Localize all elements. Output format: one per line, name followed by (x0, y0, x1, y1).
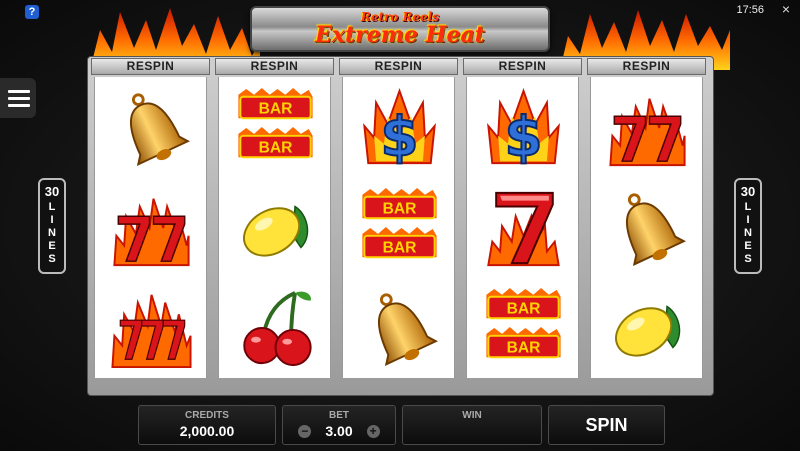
help-button[interactable]: ? (25, 5, 39, 19)
svg-text:$: $ (504, 104, 542, 168)
double-bar-icon: BAR BAR (238, 87, 313, 159)
flaming-seven-double-icon (113, 198, 190, 267)
reel-symbol (219, 277, 332, 377)
lemon-icon (243, 205, 309, 257)
respin-button[interactable]: RESPIN (91, 58, 210, 75)
respin-button[interactable]: RESPIN (463, 58, 582, 75)
hamburger-icon-bar (8, 103, 30, 107)
lines-badge-right: 30 LINES (734, 178, 762, 274)
bell-icon (377, 293, 439, 367)
svg-text:BAR: BAR (259, 100, 293, 117)
reel-symbol (591, 77, 704, 177)
clock: 17:56 (736, 4, 764, 16)
reel-window: $ BAR BAR (342, 77, 455, 378)
svg-text:BAR: BAR (383, 239, 417, 256)
respin-button[interactable]: RESPIN (587, 58, 706, 75)
reel-symbol: $ (467, 77, 580, 177)
bell-icon (625, 193, 687, 267)
flaming-dollar-icon: $ (363, 87, 436, 169)
hamburger-icon-bar (8, 96, 30, 100)
flaming-seven-double-icon (609, 98, 686, 167)
reel-symbol (95, 77, 208, 177)
lines-count: 30 (740, 184, 756, 199)
spin-button[interactable]: SPIN (548, 405, 665, 445)
reel-window: BAR BAR (218, 77, 331, 378)
reel-symbol (95, 277, 208, 377)
reel-3: RESPIN $ BAR BAR (339, 58, 458, 378)
svg-text:BAR: BAR (507, 300, 541, 317)
reel-symbol (591, 177, 704, 277)
svg-text:BAR: BAR (259, 139, 293, 156)
lines-label: LINES (46, 201, 58, 266)
reel-1: RESPIN (91, 58, 210, 378)
bet-panel: BET − 3.00 + (282, 405, 396, 445)
bet-label: BET (329, 410, 349, 421)
cherries-icon (243, 291, 312, 367)
reel-symbol: BAR BAR (467, 277, 580, 377)
reel-window (94, 77, 207, 378)
bet-increase-button[interactable]: + (366, 424, 380, 438)
reel-symbol: $ (343, 77, 456, 177)
reel-window: $ BAR BAR (466, 77, 579, 378)
menu-button[interactable] (0, 78, 36, 118)
svg-text:BAR: BAR (507, 339, 541, 356)
svg-text:BAR: BAR (383, 200, 417, 217)
reel-symbol (219, 177, 332, 277)
svg-text:$: $ (380, 104, 418, 168)
credits-label: CREDITS (185, 410, 229, 421)
win-label: WIN (462, 410, 482, 421)
reel-5: RESPIN (587, 58, 706, 378)
win-panel: WIN (402, 405, 542, 445)
credits-value: 2,000.00 (179, 423, 235, 439)
credits-panel: CREDITS 2,000.00 (138, 405, 276, 445)
bet-decrease-button[interactable]: − (298, 424, 312, 438)
spin-label: SPIN (585, 415, 628, 435)
flaming-dollar-icon: $ (487, 87, 560, 169)
bet-value: 3.00 (325, 423, 353, 439)
game-logo: Retro Reels Extreme Heat (250, 6, 550, 52)
respin-button[interactable]: RESPIN (339, 58, 458, 75)
double-bar-icon: BAR BAR (362, 187, 437, 259)
respin-button[interactable]: RESPIN (215, 58, 334, 75)
flaming-seven-triple-icon (111, 294, 192, 369)
reel-symbol (343, 277, 456, 377)
lines-badge-left: 30 LINES (38, 178, 66, 274)
logo-title: Extreme Heat (315, 22, 485, 48)
close-icon[interactable]: × (782, 1, 790, 17)
reel-4: RESPIN $ BAR BAR (463, 58, 582, 378)
reel-symbol: BAR BAR (219, 77, 332, 177)
hamburger-icon-bar (8, 89, 30, 93)
reel-window (590, 77, 703, 378)
reel-symbol (95, 177, 208, 277)
reel-2: RESPIN BAR BAR (215, 58, 334, 378)
flaming-seven-icon (487, 191, 560, 267)
double-bar-icon: BAR BAR (486, 287, 561, 359)
lines-count: 30 (44, 184, 60, 199)
reel-symbol (467, 177, 580, 277)
bell-icon (129, 93, 191, 167)
lemon-icon (615, 305, 681, 357)
lines-label: LINES (742, 201, 754, 266)
reel-symbol: BAR BAR (343, 177, 456, 277)
reel-symbol (591, 277, 704, 377)
